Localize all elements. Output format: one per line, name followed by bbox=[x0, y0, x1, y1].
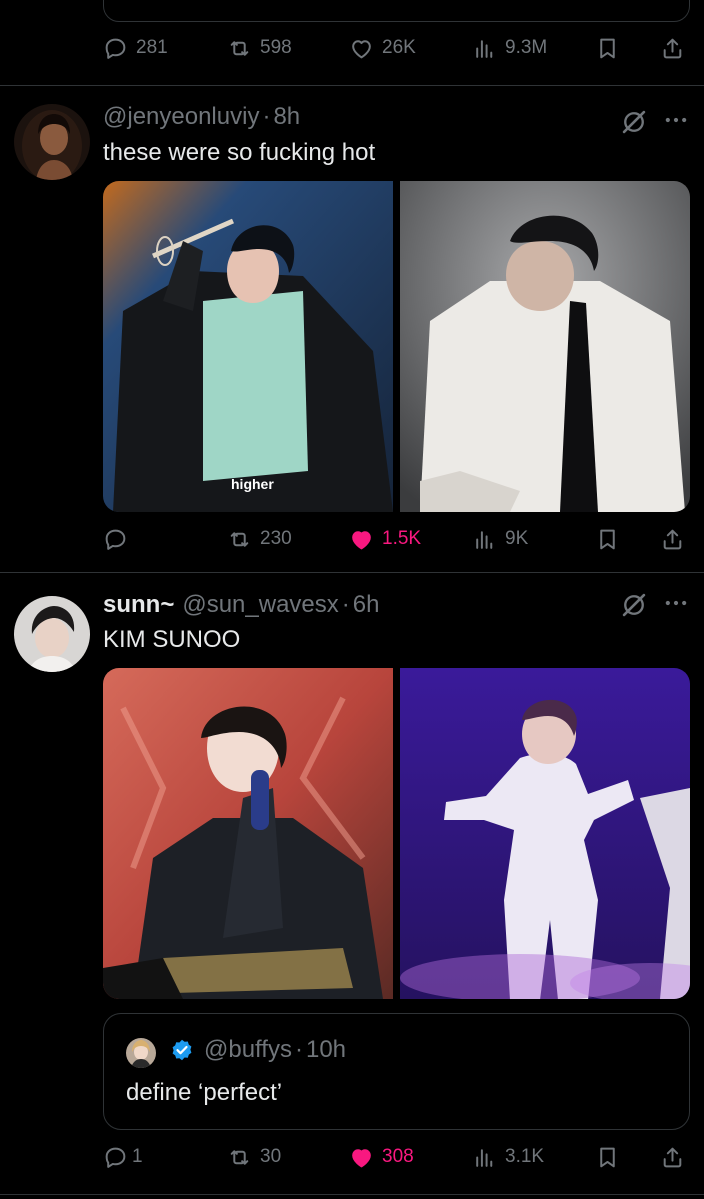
timestamp[interactable]: 6h bbox=[353, 591, 380, 619]
like-icon bbox=[352, 39, 371, 58]
verified-badge-icon bbox=[172, 1039, 192, 1061]
media-caption: higher bbox=[231, 476, 274, 492]
repost-icon bbox=[230, 1149, 249, 1165]
bookmark-icon bbox=[600, 529, 615, 549]
reply-button[interactable]: 1 bbox=[103, 1140, 143, 1174]
reply-icon bbox=[105, 38, 126, 59]
tweet-text: these were so fucking hot bbox=[103, 139, 376, 166]
share-icon bbox=[663, 1147, 682, 1167]
bookmark-icon bbox=[600, 1147, 615, 1167]
tweet-text: KIM SUNOO bbox=[103, 626, 241, 653]
views-count: 9.3M bbox=[505, 37, 548, 58]
previous-tweet-action-bar: 281 598 26K 9.3M bbox=[103, 31, 690, 65]
views-button[interactable]: 3.1K bbox=[472, 1140, 544, 1174]
media-photo[interactable] bbox=[400, 181, 690, 512]
media-photo[interactable]: higher bbox=[103, 181, 393, 512]
share-button[interactable] bbox=[660, 522, 685, 556]
reply-button[interactable] bbox=[103, 522, 136, 556]
more-icon[interactable] bbox=[662, 106, 690, 134]
separator-dot: · bbox=[262, 103, 271, 130]
reply-icon bbox=[105, 529, 126, 550]
quoted-handle[interactable]: @buffys bbox=[204, 1036, 292, 1064]
quoted-avatar[interactable] bbox=[126, 1038, 156, 1068]
user-handle[interactable]: @sun_wavesx bbox=[182, 591, 338, 619]
tweet-action-bar: 1 30 308 3.1K bbox=[103, 1140, 690, 1174]
grok-icon[interactable] bbox=[620, 108, 648, 136]
share-icon bbox=[663, 529, 682, 549]
share-button[interactable] bbox=[660, 31, 685, 65]
views-icon bbox=[476, 39, 493, 58]
tweet-jenyeonluviy[interactable]: @jenyeonluviy · 8h these were so fucking… bbox=[0, 86, 704, 572]
like-count: 1.5K bbox=[382, 528, 422, 549]
like-count: 308 bbox=[382, 1146, 414, 1167]
like-button[interactable]: 26K bbox=[349, 31, 416, 65]
views-button[interactable]: 9.3M bbox=[472, 31, 547, 65]
reply-count: 1 bbox=[132, 1146, 143, 1167]
separator-dot: · bbox=[341, 591, 350, 618]
reply-icon bbox=[105, 1147, 126, 1168]
bookmark-button[interactable] bbox=[595, 1140, 620, 1174]
like-icon bbox=[352, 1148, 371, 1167]
repost-icon bbox=[230, 40, 249, 56]
views-count: 3.1K bbox=[505, 1146, 545, 1167]
repost-count: 230 bbox=[260, 528, 292, 549]
bookmark-icon bbox=[600, 38, 615, 58]
media-photo[interactable] bbox=[103, 668, 393, 999]
media-photo[interactable] bbox=[400, 668, 690, 999]
reply-button[interactable]: 281 bbox=[103, 31, 168, 65]
repost-button[interactable]: 30 bbox=[227, 1140, 281, 1174]
like-button[interactable]: 308 bbox=[349, 1140, 414, 1174]
repost-button[interactable]: 598 bbox=[227, 31, 292, 65]
like-count: 26K bbox=[382, 37, 416, 58]
repost-count: 30 bbox=[260, 1146, 282, 1167]
display-name[interactable]: sunn~ bbox=[103, 591, 174, 619]
share-button[interactable] bbox=[660, 1140, 685, 1174]
tweet-header: sunn~ @sun_wavesx · 6h bbox=[103, 591, 379, 619]
bookmark-button[interactable] bbox=[595, 31, 620, 65]
avatar[interactable] bbox=[14, 596, 90, 672]
bookmark-button[interactable] bbox=[595, 522, 620, 556]
like-icon bbox=[352, 530, 371, 549]
views-icon bbox=[476, 530, 493, 549]
repost-icon bbox=[230, 531, 249, 547]
quoted-tweet[interactable]: @buffys · 10h define ‘perfect’ bbox=[103, 1013, 690, 1130]
like-button[interactable]: 1.5K bbox=[349, 522, 421, 556]
tweet-header: @jenyeonluviy · 8h bbox=[103, 103, 300, 131]
quoted-text: define ‘perfect’ bbox=[126, 1079, 283, 1106]
media-grid bbox=[103, 668, 690, 999]
tweet-divider bbox=[0, 1194, 704, 1195]
timestamp[interactable]: 8h bbox=[273, 103, 300, 131]
media-grid: higher bbox=[103, 181, 690, 512]
views-icon bbox=[476, 1148, 493, 1167]
repost-count: 598 bbox=[260, 37, 292, 58]
quoted-timestamp[interactable]: 10h bbox=[306, 1036, 346, 1064]
reply-count: 281 bbox=[136, 37, 168, 58]
tweet-action-bar: 230 1.5K 9K bbox=[103, 522, 690, 556]
previous-tweet-card[interactable] bbox=[103, 0, 690, 22]
views-count: 9K bbox=[505, 528, 529, 549]
avatar[interactable] bbox=[14, 104, 90, 180]
share-icon bbox=[663, 38, 682, 58]
separator-dot: · bbox=[294, 1036, 303, 1063]
tweet-sun-wavesx[interactable]: sunn~ @sun_wavesx · 6h KIM SUNOO @buffys… bbox=[0, 573, 704, 1193]
quoted-header: @buffys · 10h bbox=[170, 1036, 346, 1064]
views-button[interactable]: 9K bbox=[472, 522, 528, 556]
grok-icon[interactable] bbox=[620, 591, 648, 619]
user-handle[interactable]: @jenyeonluviy bbox=[103, 103, 259, 131]
repost-button[interactable]: 230 bbox=[227, 522, 292, 556]
more-icon[interactable] bbox=[662, 589, 690, 617]
